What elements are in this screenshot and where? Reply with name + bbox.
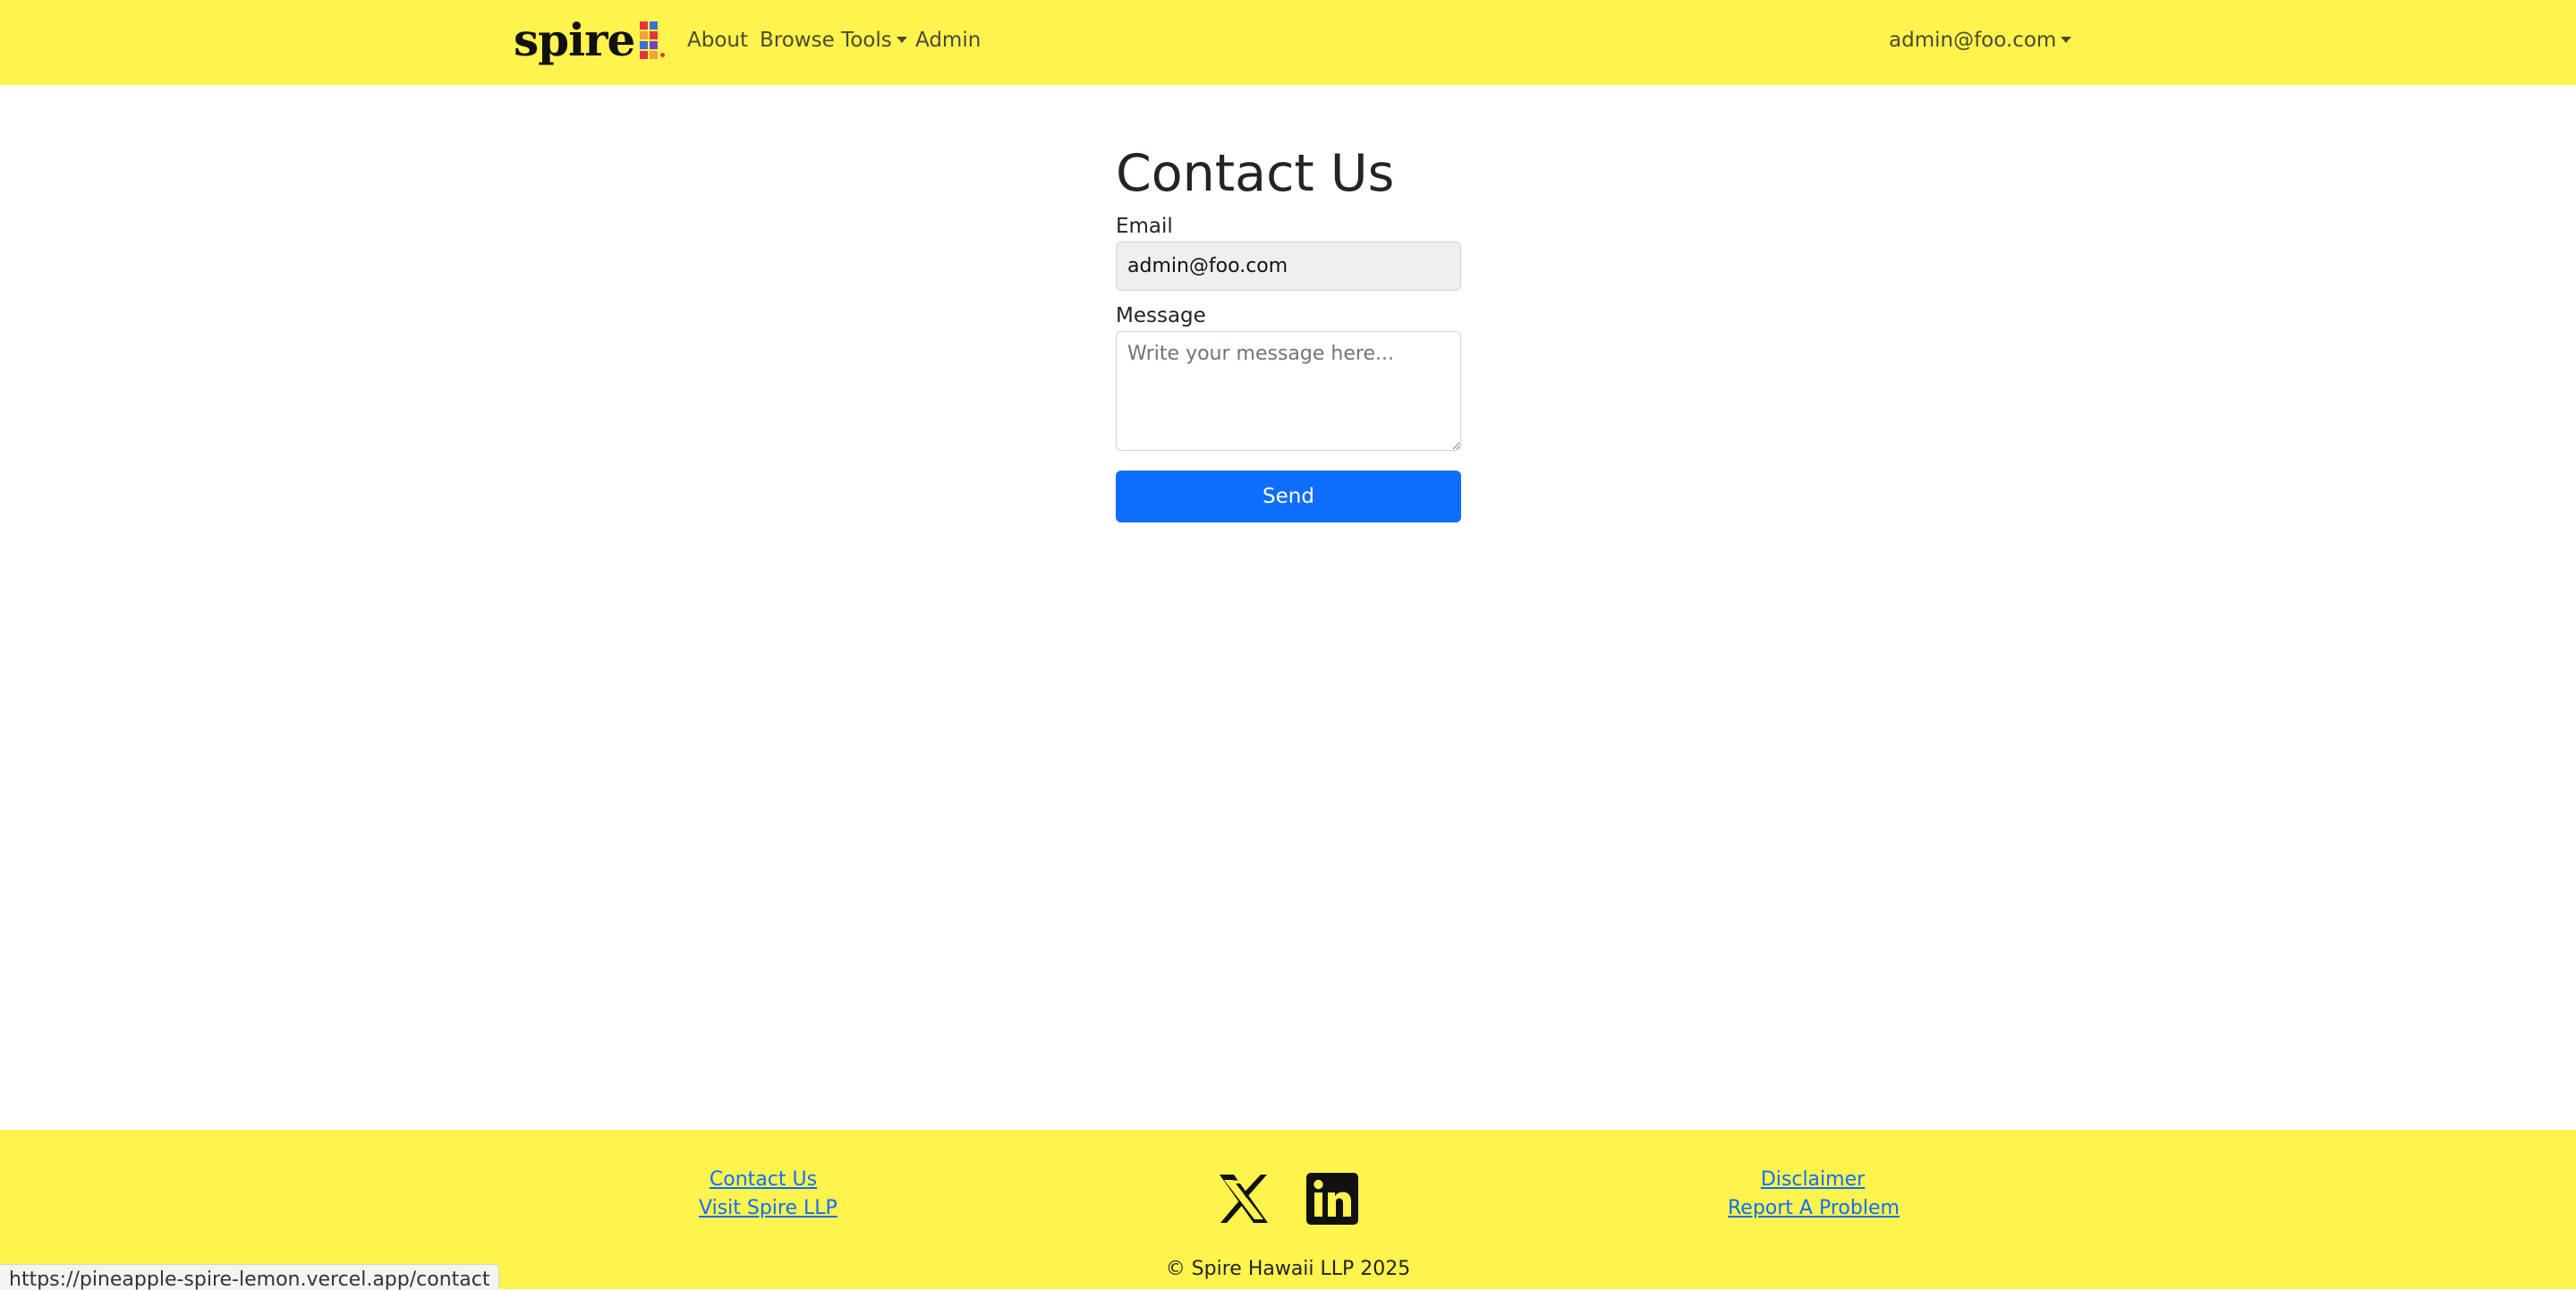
brand-dot-icon (660, 53, 666, 57)
top-navbar: spire About Browse Tools Admin admin@foo… (0, 0, 2576, 85)
footer-contact-link[interactable]: Contact Us (699, 1166, 828, 1194)
message-label: Message (1116, 304, 1206, 327)
page-title: Contact Us (1116, 144, 1395, 203)
user-menu-dropdown[interactable]: admin@foo.com (1889, 27, 2072, 54)
footer-right-links: Disclaimer Report A Problem (1728, 1166, 1900, 1223)
nav-browse-tools-dropdown[interactable]: Browse Tools (760, 27, 907, 54)
footer-report-problem-link[interactable]: Report A Problem (1728, 1194, 1900, 1223)
email-label: Email (1116, 215, 1173, 238)
footer-disclaimer-link[interactable]: Disclaimer (1728, 1166, 1898, 1194)
user-menu-label: admin@foo.com (1889, 29, 2057, 52)
linkedin-icon[interactable] (1305, 1171, 1360, 1226)
footer-visit-spire-link[interactable]: Visit Spire LLP (699, 1194, 837, 1223)
send-button[interactable]: Send (1116, 471, 1461, 522)
browser-status-url: https://pineapple-spire-lemon.vercel.app… (0, 1264, 500, 1290)
x-icon[interactable] (1216, 1171, 1271, 1226)
brand-logo-icon (640, 21, 659, 59)
email-field[interactable] (1116, 242, 1461, 291)
brand-wordmark: spire (514, 13, 635, 66)
nav-browse-tools-label: Browse Tools (760, 29, 892, 52)
brand-logo-link[interactable]: spire (514, 13, 666, 68)
chevron-down-icon (896, 37, 907, 43)
message-textarea[interactable] (1116, 331, 1461, 451)
chevron-down-icon (2061, 37, 2072, 43)
nav-admin-link[interactable]: Admin (915, 27, 981, 54)
footer-left-links: Contact Us Visit Spire LLP (699, 1166, 837, 1223)
nav-about-link[interactable]: About (687, 27, 748, 54)
